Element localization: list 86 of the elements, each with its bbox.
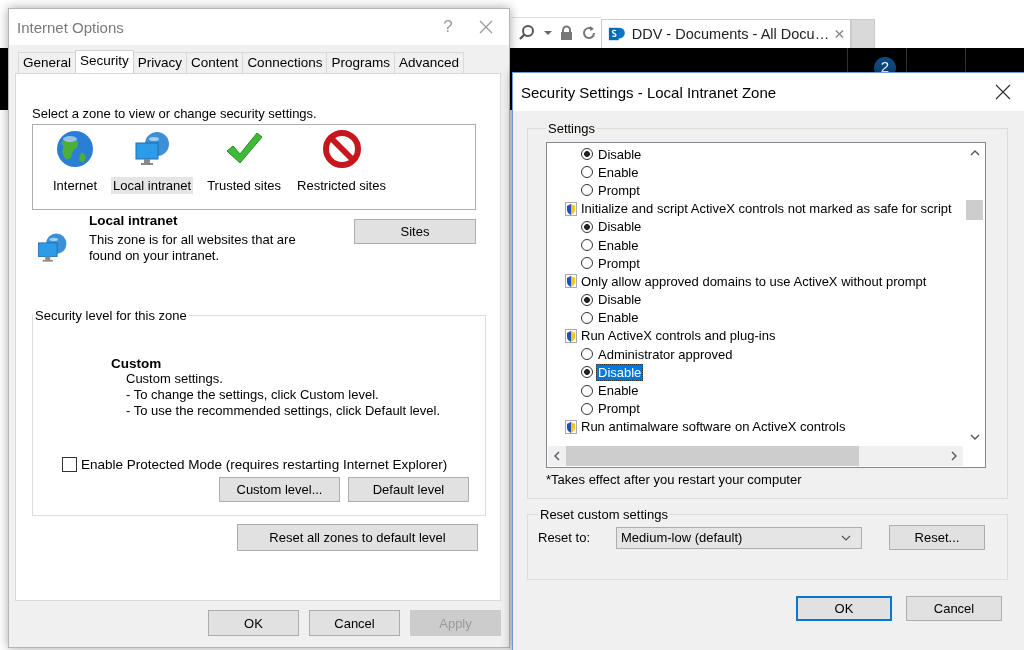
option-label[interactable]: Disable [596,291,644,309]
option-label[interactable]: Enable [596,163,641,181]
search-icon [518,24,536,42]
zone-description: This zone is for all websites that are found on your intranet. [89,232,297,264]
option-label[interactable]: Prompt [596,254,642,272]
radio-button[interactable] [581,166,593,179]
radio-button[interactable] [581,348,593,361]
zone-name: Local intranet [89,213,179,229]
zone-item[interactable]: Restricted sites [295,177,388,194]
setting-name: Initialize and script ActiveX controls not marked as safe for script [581,201,952,217]
setting-name: Only allow approved domains to use ActiveX without prompt [581,273,927,289]
option-label[interactable]: Disable [596,218,644,236]
dialog-button[interactable]: Cancel [906,596,1002,621]
window-title: Security Settings - Local Intranet Zone [521,83,777,101]
tab[interactable]: Advanced [393,52,464,73]
close-icon [479,20,493,34]
refresh-icon [581,25,597,41]
radio-button[interactable] [581,311,593,324]
radio-button[interactable] [581,257,593,270]
option-label[interactable]: Prompt [596,181,642,199]
level-button[interactable]: Default level [348,477,469,502]
caret-icon [544,30,552,36]
dialog-button[interactable]: Cancel [309,610,400,636]
reset-button[interactable]: Reset... [889,525,985,550]
restart-note: *Takes effect after you restart your computer [546,472,803,487]
setting-name: Run ActiveX controls and plug-ins [581,328,776,344]
radio-button[interactable] [581,148,593,161]
policy-icon [565,328,577,343]
setting-name: Run antimalware software on ActiveX controls [581,419,846,435]
zone-item[interactable]: Internet [51,177,100,194]
horizontal-scrollbar[interactable] [548,446,963,466]
group-label: Reset custom settings [539,507,669,522]
zone-item[interactable]: Local intranet [111,177,194,194]
scroll-right-icon [951,451,957,461]
option-label[interactable]: Prompt [596,400,642,418]
option-label[interactable]: Enable [596,236,641,254]
scrollbar-thumb[interactable] [566,446,859,466]
option-label[interactable]: Administrator approved [596,345,735,363]
level-description: Custom settings. [126,371,224,387]
chevron-down-icon [841,534,851,541]
tab[interactable]: Security [75,50,134,73]
zone-item[interactable]: Trusted sites [205,177,284,194]
reset-to-label: Reset to: [538,530,592,545]
close-icon [835,29,844,39]
level-description: - To use the recommended settings, click Default level. [126,403,442,419]
lock-icon [560,25,573,41]
tab[interactable]: Privacy [132,52,188,73]
option-label[interactable]: Enable [596,309,641,327]
group-label: Security level for this zone [34,308,188,323]
radio-button[interactable] [581,293,593,306]
tab[interactable]: Programs [326,52,395,73]
policy-icon [565,274,577,289]
radio-button[interactable] [581,184,593,197]
scrollbar-thumb[interactable] [966,200,983,220]
radio-button[interactable] [581,384,593,397]
scroll-up-icon [969,150,980,156]
level-description: - To change the settings, click Custom level. [126,387,380,403]
group-label: Settings [547,121,596,136]
prohibited-icon [321,129,362,169]
tab-title: DDV - Documents - All Docu… [631,26,830,42]
protected-mode-checkbox[interactable]: Enable Protected Mode (requires restarting Internet Explorer) [62,457,485,472]
radio-button[interactable] [581,366,593,379]
reset-all-button[interactable]: Reset all zones to default level [237,524,478,551]
policy-icon [565,419,577,434]
window-title: Internet Options [17,18,124,36]
globe-icon [55,129,96,169]
scroll-down-icon [969,434,980,440]
dialog-button[interactable]: OK [796,596,892,621]
radio-button[interactable] [581,402,593,415]
reset-level-dropdown[interactable]: Medium-low (default) [616,526,862,549]
scroll-left-icon [554,451,560,461]
radio-button[interactable] [581,220,593,233]
policy-icon [565,201,577,216]
dialog-button[interactable]: OK [208,610,299,636]
radio-button[interactable] [581,239,593,252]
sites-button[interactable]: Sites [354,219,476,244]
option-label[interactable]: Disable [596,145,644,163]
level-button[interactable]: Custom level... [219,477,340,502]
tab[interactable]: General [18,52,77,73]
level-name: Custom [111,356,163,371]
zone-prompt: Select a zone to view or change security settings. [32,106,318,122]
computer-globe-icon [35,231,69,265]
option-label[interactable]: Disable [596,363,644,381]
browser-tab[interactable]: DDV - Documents - All Docu… [601,19,851,48]
option-label[interactable]: Enable [596,382,641,400]
close-icon [995,84,1011,100]
